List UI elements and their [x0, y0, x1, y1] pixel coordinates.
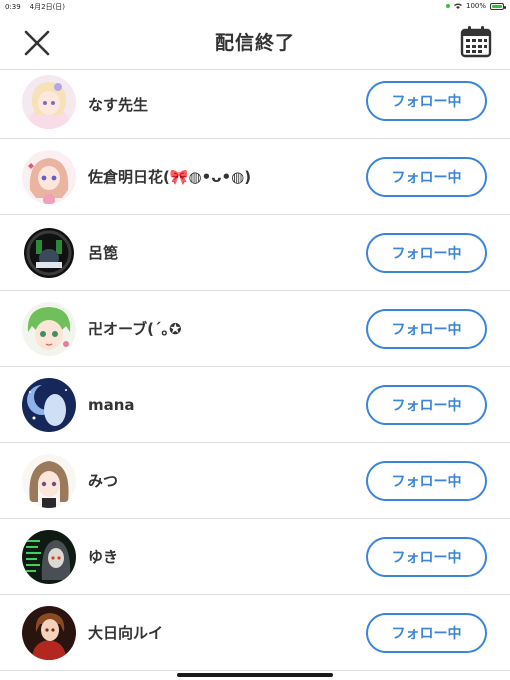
- avatar[interactable]: [22, 378, 76, 432]
- user-name: mana: [88, 395, 135, 414]
- following-button[interactable]: フォロー中: [366, 233, 487, 273]
- status-time-date: 0:39 4月2日(日): [5, 2, 65, 12]
- avatar[interactable]: [22, 302, 76, 356]
- home-indicator[interactable]: [177, 673, 333, 677]
- following-button[interactable]: フォロー中: [366, 461, 487, 501]
- list-item[interactable]: 卍オーブ(´｡✪ フォロー中: [0, 291, 510, 367]
- list-item[interactable]: なす先生 フォロー中: [0, 71, 510, 139]
- battery-fill: [492, 4, 502, 8]
- wifi-icon: [453, 3, 462, 9]
- following-button[interactable]: フォロー中: [366, 613, 487, 653]
- user-name: ゆき: [88, 548, 119, 566]
- status-right: 100%: [445, 2, 506, 10]
- calendar-icon: [460, 26, 492, 58]
- following-button[interactable]: フォロー中: [366, 385, 487, 425]
- following-button[interactable]: フォロー中: [366, 309, 487, 349]
- list-item[interactable]: みつ フォロー中: [0, 443, 510, 519]
- avatar[interactable]: [22, 530, 76, 584]
- list-item[interactable]: ゆき フォロー中: [0, 519, 510, 595]
- avatar[interactable]: [22, 226, 76, 280]
- recording-dot-icon: [445, 4, 450, 8]
- status-date: 4月2日(日): [29, 3, 66, 11]
- header: 配信終了: [0, 14, 510, 70]
- avatar[interactable]: [22, 454, 76, 508]
- following-button[interactable]: フォロー中: [366, 157, 487, 197]
- status-time: 0:39: [5, 3, 21, 11]
- following-button[interactable]: フォロー中: [366, 537, 487, 577]
- user-name: なす先生: [88, 96, 149, 114]
- user-name: 大日向ルイ: [88, 624, 164, 642]
- page-title: 配信終了: [214, 32, 295, 54]
- followed-user-list: なす先生 フォロー中 佐倉明日花(🎀◍•ᴗ•◍) フォロー中 呂箆 フォロー中 …: [0, 71, 510, 671]
- list-item[interactable]: 呂箆 フォロー中: [0, 215, 510, 291]
- calendar-button[interactable]: [458, 24, 494, 60]
- battery-percent: 100%: [465, 2, 486, 10]
- avatar[interactable]: [22, 75, 76, 129]
- user-name: 卍オーブ(´｡✪: [88, 320, 182, 338]
- user-name: 呂箆: [88, 244, 119, 262]
- avatar[interactable]: [22, 606, 76, 660]
- battery-icon: [490, 2, 506, 10]
- list-item[interactable]: mana フォロー中: [0, 367, 510, 443]
- user-name: みつ: [88, 472, 119, 490]
- status-bar: 0:39 4月2日(日) 100%: [0, 0, 510, 14]
- list-item[interactable]: 佐倉明日花(🎀◍•ᴗ•◍) フォロー中: [0, 139, 510, 215]
- avatar[interactable]: [22, 150, 76, 204]
- user-name: 佐倉明日花(🎀◍•ᴗ•◍): [88, 168, 252, 186]
- following-button[interactable]: フォロー中: [366, 81, 487, 121]
- list-item[interactable]: 大日向ルイ フォロー中: [0, 595, 510, 671]
